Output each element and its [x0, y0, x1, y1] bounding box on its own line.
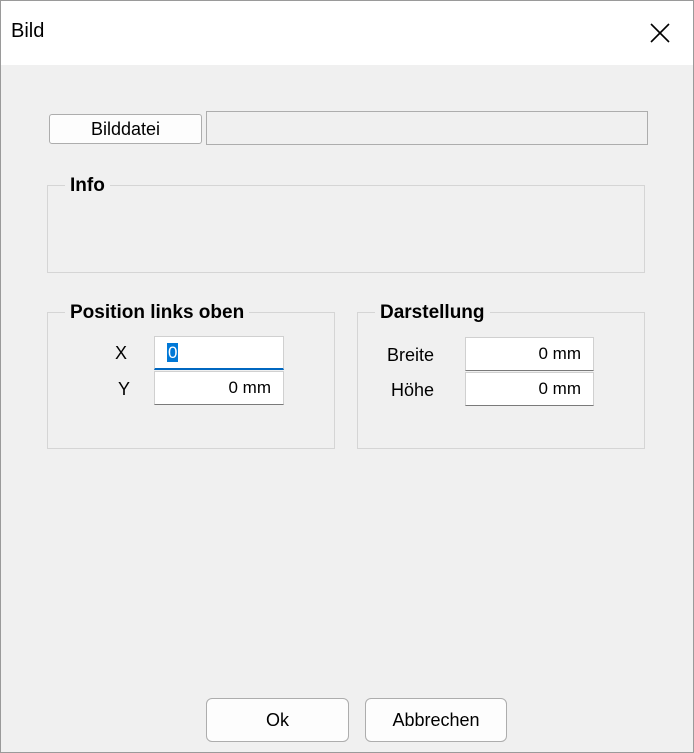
image-path-field[interactable]: [206, 111, 648, 145]
dialog-window: Bild Bilddatei Info Position links oben …: [0, 0, 694, 753]
image-file-button[interactable]: Bilddatei: [49, 114, 202, 144]
ok-button-label: Ok: [265, 710, 289, 730]
title-bar: Bild: [1, 1, 693, 65]
height-label: Höhe: [391, 380, 435, 400]
x-input[interactable]: 0: [154, 336, 284, 370]
y-value: 0 mm: [228, 378, 272, 397]
height-value: 0 mm: [538, 379, 582, 398]
info-group: [47, 185, 645, 273]
close-icon: [650, 23, 670, 43]
info-group-label: Info: [65, 175, 110, 197]
x-value: 0: [167, 343, 179, 362]
window-title: Bild: [11, 20, 45, 42]
cancel-button-label: Abbrechen: [392, 710, 480, 730]
cancel-button[interactable]: Abbrechen: [365, 698, 507, 742]
y-input[interactable]: 0 mm: [154, 371, 284, 405]
height-input[interactable]: 0 mm: [465, 372, 594, 406]
width-label: Breite: [387, 345, 435, 365]
ok-button[interactable]: Ok: [206, 698, 349, 742]
display-group-label: Darstellung: [375, 302, 490, 324]
width-input[interactable]: 0 mm: [465, 337, 594, 371]
x-label: X: [115, 343, 128, 363]
close-button[interactable]: [627, 1, 693, 65]
position-group-label: Position links oben: [65, 302, 250, 324]
image-file-button-label: Bilddatei: [90, 119, 161, 139]
width-value: 0 mm: [538, 344, 582, 363]
y-label: Y: [118, 379, 131, 399]
